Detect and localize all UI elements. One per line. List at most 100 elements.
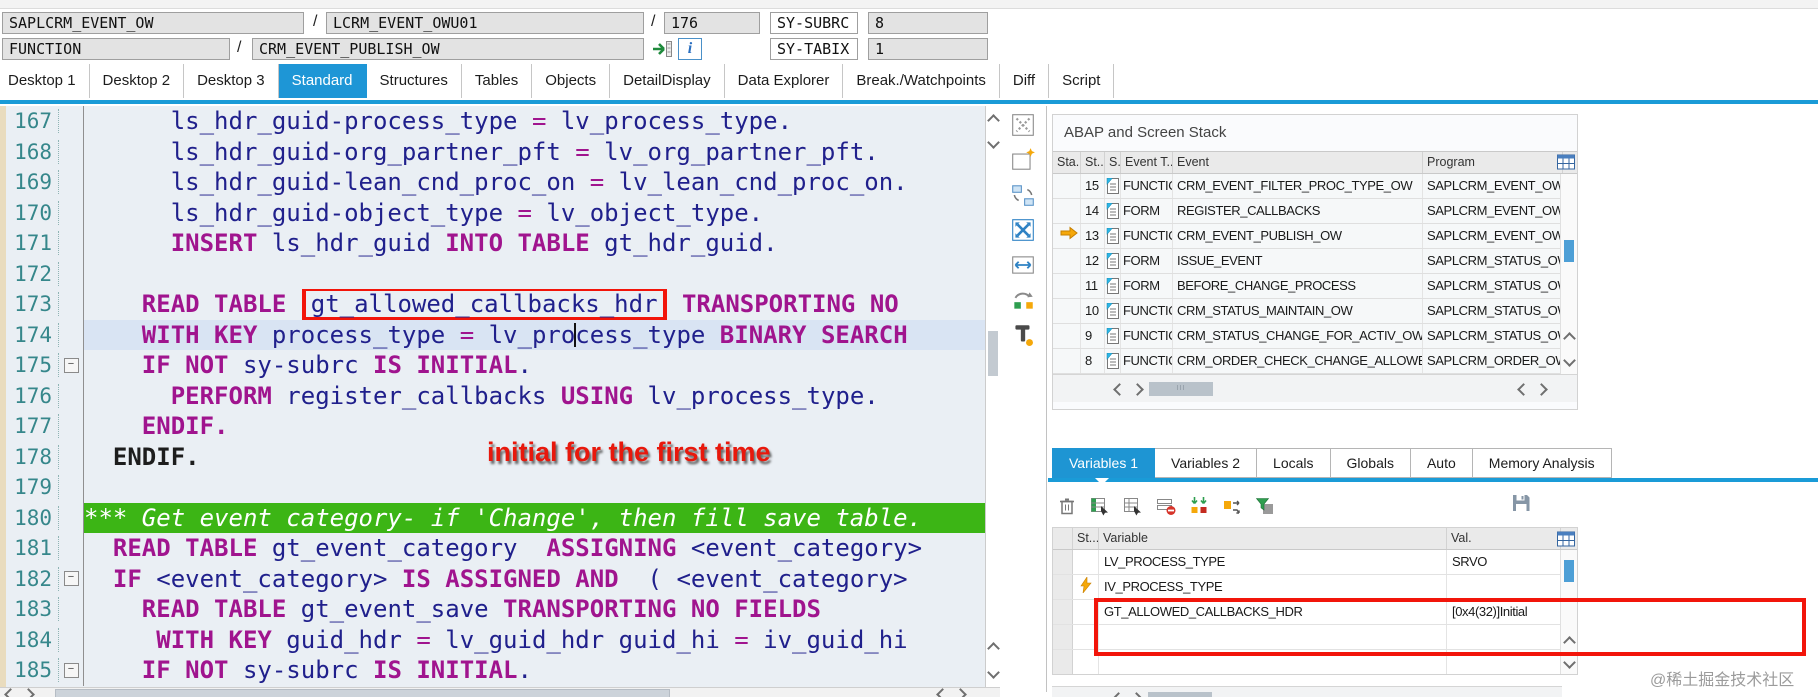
line-number[interactable]: 180 <box>8 505 59 530</box>
scroll-left-icon[interactable] <box>1113 383 1126 396</box>
select-column-icon[interactable] <box>1089 495 1111 517</box>
variables-tab-globals[interactable]: Globals <box>1330 448 1411 478</box>
scroll-up-icon[interactable] <box>987 114 1000 127</box>
line-number[interactable]: 181 <box>8 536 59 561</box>
row-select-cell[interactable] <box>1053 625 1073 649</box>
stack-vertical-scrollbar[interactable] <box>1560 174 1577 374</box>
maximize-icon[interactable] <box>1010 217 1036 243</box>
scroll-right-icon[interactable] <box>1131 383 1144 396</box>
stack-row[interactable]: 9 FUNCTIO..CRM_STATUS_CHANGE_FOR_ACTIV_OW… <box>1053 324 1563 349</box>
stack-column-header[interactable]: Event <box>1173 152 1423 173</box>
desktop-tab-tables[interactable]: Tables <box>461 64 533 98</box>
select-rows-icon[interactable] <box>1122 495 1144 517</box>
line-number[interactable]: 179 <box>8 475 59 500</box>
scroll-left-icon[interactable] <box>936 688 949 697</box>
remove-row-icon[interactable] <box>1155 495 1177 517</box>
save-icon[interactable] <box>1510 492 1532 519</box>
line-number[interactable]: 182 <box>8 566 59 591</box>
scroll-down-icon[interactable] <box>987 666 1000 679</box>
line-number-field[interactable]: 176 <box>664 12 760 34</box>
table-settings-icon[interactable] <box>1557 154 1575 175</box>
scroll-down-icon[interactable] <box>987 136 1000 149</box>
row-select-cell[interactable] <box>1053 650 1073 674</box>
toggle-layout-icon[interactable] <box>1010 287 1036 313</box>
fit-width-icon[interactable] <box>1010 252 1036 278</box>
scroll-left-icon[interactable] <box>4 688 17 697</box>
variables-select-header[interactable] <box>1053 528 1073 549</box>
variables-tab-auto[interactable]: Auto <box>1410 448 1473 478</box>
variables-column-header[interactable]: Variable <box>1099 528 1447 549</box>
variables-column-header[interactable]: St... <box>1073 528 1099 549</box>
sy-tabix-value-field[interactable]: 1 <box>868 38 988 60</box>
desktop-tab-desktop-2[interactable]: Desktop 2 <box>89 64 185 98</box>
desktop-tab-structures[interactable]: Structures <box>366 64 462 98</box>
scrollbar-thumb[interactable] <box>1564 240 1574 262</box>
abap-code-editor[interactable]: 167 ls_hdr_guid-process_type = lv_proces… <box>0 106 1000 687</box>
line-number[interactable]: 171 <box>8 231 59 256</box>
object-type-field[interactable]: FUNCTION <box>2 38 230 60</box>
line-number[interactable]: 169 <box>8 170 59 195</box>
scroll-down-icon[interactable] <box>1563 656 1576 669</box>
line-number[interactable]: 172 <box>8 261 59 286</box>
sy-tabix-label-field[interactable]: SY-TABIX <box>770 38 858 60</box>
stack-row[interactable]: 14 FORM REGISTER_CALLBACKS SAPLCRM_EVENT_OW <box>1053 199 1563 224</box>
move-variable-icon[interactable] <box>1221 495 1243 517</box>
line-number[interactable]: 175 <box>8 353 59 378</box>
stack-horizontal-scrollbar[interactable]: III <box>1053 374 1577 402</box>
variables-tab-variables-1[interactable]: Variables 1 <box>1052 448 1156 478</box>
line-number[interactable]: 170 <box>8 200 59 225</box>
editor-horizontal-scrollbar[interactable] <box>0 687 1000 697</box>
fold-marker-icon[interactable]: − <box>63 357 79 373</box>
scroll-right-icon[interactable] <box>1130 692 1143 697</box>
variable-name-cell[interactable]: LV_PROCESS_TYPE <box>1099 550 1447 574</box>
line-number[interactable]: 173 <box>8 292 59 317</box>
line-number[interactable]: 167 <box>8 109 59 134</box>
jump-to-statement-icon[interactable] <box>650 38 674 60</box>
stack-column-header[interactable]: St... <box>1081 152 1105 173</box>
fold-marker-icon[interactable]: − <box>63 662 79 678</box>
scroll-left-icon[interactable] <box>1517 383 1530 396</box>
scrollbar-thumb[interactable] <box>1148 692 1212 697</box>
object-name-field[interactable]: CRM_EVENT_PUBLISH_OW <box>252 38 644 60</box>
line-number[interactable]: 184 <box>8 627 59 652</box>
configure-icon[interactable] <box>1010 322 1036 348</box>
line-number[interactable]: 174 <box>8 322 59 347</box>
desktop-tab-data-explorer[interactable]: Data Explorer <box>724 64 844 98</box>
stack-column-header[interactable]: Sta... <box>1053 152 1081 173</box>
include-field[interactable]: LCRM_EVENT_OWU01 <box>326 12 644 34</box>
scrollbar-thumb[interactable] <box>1564 560 1574 582</box>
line-number[interactable]: 185 <box>8 658 59 683</box>
desktop-tab-detaildisplay[interactable]: DetailDisplay <box>610 64 725 98</box>
stack-column-header[interactable]: Program <box>1423 152 1563 173</box>
sy-subrc-value-field[interactable]: 8 <box>868 12 988 34</box>
stack-row[interactable]: 13 FUNCTIO..CRM_EVENT_PUBLISH_OWSAPLCRM_E… <box>1053 224 1563 249</box>
desktop-tab-break-watchpoints[interactable]: Break./Watchpoints <box>843 64 1000 98</box>
scroll-up-icon[interactable] <box>987 642 1000 655</box>
desktop-tab-desktop-1[interactable]: Desktop 1 <box>0 64 90 98</box>
variables-tab-variables-2[interactable]: Variables 2 <box>1155 448 1258 478</box>
variable-row[interactable]: IV_PROCESS_TYPE <box>1053 575 1563 600</box>
variable-value-cell[interactable]: SRVO <box>1447 550 1561 574</box>
sessions-icon[interactable] <box>1010 112 1036 138</box>
editor-vertical-scrollbar[interactable] <box>985 106 1001 687</box>
row-select-cell[interactable] <box>1053 600 1073 624</box>
filter-icon[interactable] <box>1254 495 1276 517</box>
info-icon[interactable]: i <box>678 38 702 60</box>
line-number[interactable]: 177 <box>8 414 59 439</box>
stack-row[interactable]: 8 FUNCTIO..CRM_ORDER_CHECK_CHANGE_ALLOWED… <box>1053 349 1563 374</box>
scrollbar-thumb[interactable] <box>988 331 998 376</box>
stack-column-header[interactable]: S.. <box>1105 152 1121 173</box>
desktop-tab-diff[interactable]: Diff <box>999 64 1050 98</box>
variables-horizontal-scrollbar[interactable] <box>1052 686 1562 697</box>
stack-row[interactable]: 10 FUNCTIO..CRM_STATUS_MAINTAIN_OWSAPLCRM… <box>1053 299 1563 324</box>
scroll-right-icon[interactable] <box>1535 383 1548 396</box>
variable-value-cell[interactable] <box>1447 575 1561 599</box>
insert-variables-icon[interactable] <box>1188 495 1210 517</box>
stack-row[interactable]: 15 FUNCTIO..CRM_EVENT_FILTER_PROC_TYPE_OW… <box>1053 174 1563 199</box>
scrollbar-thumb[interactable] <box>55 689 670 697</box>
scroll-left-icon[interactable] <box>1112 692 1125 697</box>
desktop-tab-script[interactable]: Script <box>1049 64 1115 98</box>
line-number[interactable]: 176 <box>8 383 59 408</box>
stack-row[interactable]: 12 FORM ISSUE_EVENT SAPLCRM_STATUS_OW <box>1053 249 1563 274</box>
variables-column-header[interactable]: Val. <box>1447 528 1561 549</box>
